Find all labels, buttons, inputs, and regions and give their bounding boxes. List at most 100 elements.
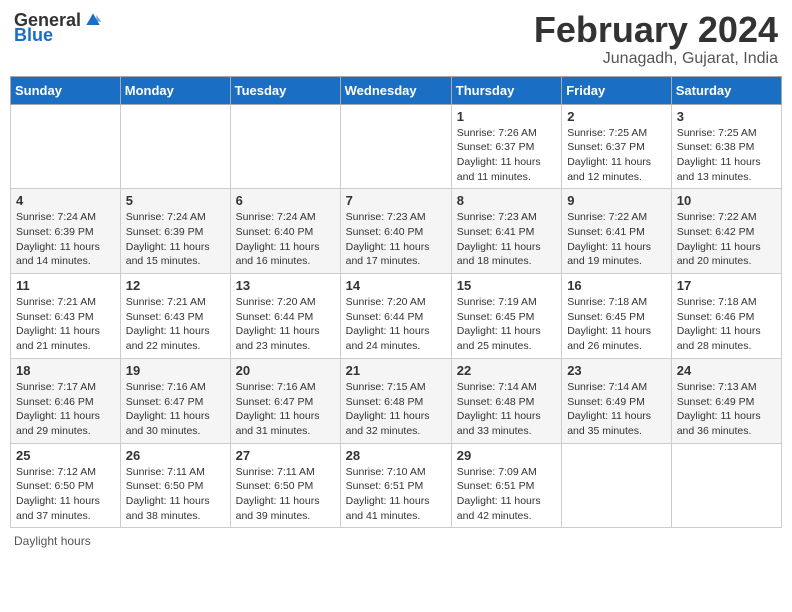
header-saturday: Saturday [671,76,781,104]
calendar-cell-w4-d0: 18 Sunrise: 7:17 AMSunset: 6:46 PMDaylig… [11,358,121,443]
calendar-cell-w1-d1 [120,104,230,189]
calendar-cell-w4-d6: 24 Sunrise: 7:13 AMSunset: 6:49 PMDaylig… [671,358,781,443]
calendar-cell-w3-d6: 17 Sunrise: 7:18 AMSunset: 6:46 PMDaylig… [671,274,781,359]
day-number: 4 [16,193,115,208]
calendar-cell-w1-d2 [230,104,340,189]
day-info: Sunrise: 7:22 AMSunset: 6:42 PMDaylight:… [677,211,761,267]
calendar-cell-w2-d6: 10 Sunrise: 7:22 AMSunset: 6:42 PMDaylig… [671,189,781,274]
calendar-cell-w5-d5 [562,443,672,528]
day-info: Sunrise: 7:26 AMSunset: 6:37 PMDaylight:… [457,127,541,183]
day-number: 9 [567,193,666,208]
day-number: 22 [457,363,556,378]
header-thursday: Thursday [451,76,561,104]
header: General Blue February 2024 Junagadh, Guj… [10,10,782,68]
calendar-cell-w5-d3: 28 Sunrise: 7:10 AMSunset: 6:51 PMDaylig… [340,443,451,528]
day-info: Sunrise: 7:20 AMSunset: 6:44 PMDaylight:… [346,296,430,352]
week-row-3: 11 Sunrise: 7:21 AMSunset: 6:43 PMDaylig… [11,274,782,359]
day-info: Sunrise: 7:16 AMSunset: 6:47 PMDaylight:… [236,381,320,437]
footer-note: Daylight hours [10,534,782,548]
day-info: Sunrise: 7:24 AMSunset: 6:39 PMDaylight:… [126,211,210,267]
week-row-4: 18 Sunrise: 7:17 AMSunset: 6:46 PMDaylig… [11,358,782,443]
day-info: Sunrise: 7:23 AMSunset: 6:41 PMDaylight:… [457,211,541,267]
calendar-cell-w4-d3: 21 Sunrise: 7:15 AMSunset: 6:48 PMDaylig… [340,358,451,443]
calendar-cell-w1-d3 [340,104,451,189]
location-title: Junagadh, Gujarat, India [534,50,778,68]
day-info: Sunrise: 7:24 AMSunset: 6:39 PMDaylight:… [16,211,100,267]
day-number: 24 [677,363,776,378]
logo-icon [83,10,103,30]
calendar-cell-w4-d1: 19 Sunrise: 7:16 AMSunset: 6:47 PMDaylig… [120,358,230,443]
calendar-cell-w5-d2: 27 Sunrise: 7:11 AMSunset: 6:50 PMDaylig… [230,443,340,528]
day-number: 6 [236,193,335,208]
calendar-cell-w4-d2: 20 Sunrise: 7:16 AMSunset: 6:47 PMDaylig… [230,358,340,443]
day-info: Sunrise: 7:21 AMSunset: 6:43 PMDaylight:… [16,296,100,352]
calendar-cell-w5-d4: 29 Sunrise: 7:09 AMSunset: 6:51 PMDaylig… [451,443,561,528]
day-info: Sunrise: 7:14 AMSunset: 6:49 PMDaylight:… [567,381,651,437]
calendar-cell-w3-d4: 15 Sunrise: 7:19 AMSunset: 6:45 PMDaylig… [451,274,561,359]
calendar-cell-w5-d6 [671,443,781,528]
month-title: February 2024 [534,10,778,50]
calendar-cell-w5-d1: 26 Sunrise: 7:11 AMSunset: 6:50 PMDaylig… [120,443,230,528]
calendar-cell-w2-d1: 5 Sunrise: 7:24 AMSunset: 6:39 PMDayligh… [120,189,230,274]
calendar-cell-w2-d3: 7 Sunrise: 7:23 AMSunset: 6:40 PMDayligh… [340,189,451,274]
calendar-cell-w3-d5: 16 Sunrise: 7:18 AMSunset: 6:45 PMDaylig… [562,274,672,359]
calendar-cell-w2-d0: 4 Sunrise: 7:24 AMSunset: 6:39 PMDayligh… [11,189,121,274]
weekday-header-row: Sunday Monday Tuesday Wednesday Thursday… [11,76,782,104]
day-number: 20 [236,363,335,378]
calendar-cell-w1-d6: 3 Sunrise: 7:25 AMSunset: 6:38 PMDayligh… [671,104,781,189]
logo: General Blue [14,10,103,44]
day-number: 29 [457,448,556,463]
title-area: February 2024 Junagadh, Gujarat, India [534,10,778,68]
day-info: Sunrise: 7:10 AMSunset: 6:51 PMDaylight:… [346,466,430,522]
day-number: 26 [126,448,225,463]
calendar-cell-w2-d4: 8 Sunrise: 7:23 AMSunset: 6:41 PMDayligh… [451,189,561,274]
day-number: 10 [677,193,776,208]
day-number: 8 [457,193,556,208]
day-number: 15 [457,278,556,293]
day-number: 21 [346,363,446,378]
day-number: 2 [567,109,666,124]
logo-blue-text: Blue [14,26,53,44]
day-info: Sunrise: 7:18 AMSunset: 6:45 PMDaylight:… [567,296,651,352]
calendar-cell-w1-d0 [11,104,121,189]
day-info: Sunrise: 7:16 AMSunset: 6:47 PMDaylight:… [126,381,210,437]
day-info: Sunrise: 7:22 AMSunset: 6:41 PMDaylight:… [567,211,651,267]
calendar-cell-w3-d0: 11 Sunrise: 7:21 AMSunset: 6:43 PMDaylig… [11,274,121,359]
day-info: Sunrise: 7:18 AMSunset: 6:46 PMDaylight:… [677,296,761,352]
day-number: 18 [16,363,115,378]
day-info: Sunrise: 7:25 AMSunset: 6:38 PMDaylight:… [677,127,761,183]
calendar-cell-w4-d5: 23 Sunrise: 7:14 AMSunset: 6:49 PMDaylig… [562,358,672,443]
day-number: 23 [567,363,666,378]
header-monday: Monday [120,76,230,104]
calendar-cell-w2-d5: 9 Sunrise: 7:22 AMSunset: 6:41 PMDayligh… [562,189,672,274]
calendar-cell-w4-d4: 22 Sunrise: 7:14 AMSunset: 6:48 PMDaylig… [451,358,561,443]
day-info: Sunrise: 7:25 AMSunset: 6:37 PMDaylight:… [567,127,651,183]
day-number: 12 [126,278,225,293]
day-number: 17 [677,278,776,293]
calendar-cell-w3-d1: 12 Sunrise: 7:21 AMSunset: 6:43 PMDaylig… [120,274,230,359]
day-number: 16 [567,278,666,293]
day-info: Sunrise: 7:19 AMSunset: 6:45 PMDaylight:… [457,296,541,352]
day-info: Sunrise: 7:21 AMSunset: 6:43 PMDaylight:… [126,296,210,352]
day-info: Sunrise: 7:09 AMSunset: 6:51 PMDaylight:… [457,466,541,522]
day-info: Sunrise: 7:14 AMSunset: 6:48 PMDaylight:… [457,381,541,437]
day-info: Sunrise: 7:24 AMSunset: 6:40 PMDaylight:… [236,211,320,267]
day-number: 28 [346,448,446,463]
calendar-cell-w2-d2: 6 Sunrise: 7:24 AMSunset: 6:40 PMDayligh… [230,189,340,274]
day-info: Sunrise: 7:23 AMSunset: 6:40 PMDaylight:… [346,211,430,267]
day-number: 3 [677,109,776,124]
week-row-2: 4 Sunrise: 7:24 AMSunset: 6:39 PMDayligh… [11,189,782,274]
calendar-cell-w1-d5: 2 Sunrise: 7:25 AMSunset: 6:37 PMDayligh… [562,104,672,189]
day-info: Sunrise: 7:15 AMSunset: 6:48 PMDaylight:… [346,381,430,437]
header-wednesday: Wednesday [340,76,451,104]
header-tuesday: Tuesday [230,76,340,104]
day-info: Sunrise: 7:13 AMSunset: 6:49 PMDaylight:… [677,381,761,437]
day-info: Sunrise: 7:11 AMSunset: 6:50 PMDaylight:… [126,466,210,522]
calendar-table: Sunday Monday Tuesday Wednesday Thursday… [10,76,782,529]
calendar-cell-w1-d4: 1 Sunrise: 7:26 AMSunset: 6:37 PMDayligh… [451,104,561,189]
day-number: 1 [457,109,556,124]
day-info: Sunrise: 7:12 AMSunset: 6:50 PMDaylight:… [16,466,100,522]
calendar-cell-w5-d0: 25 Sunrise: 7:12 AMSunset: 6:50 PMDaylig… [11,443,121,528]
day-number: 19 [126,363,225,378]
day-number: 14 [346,278,446,293]
